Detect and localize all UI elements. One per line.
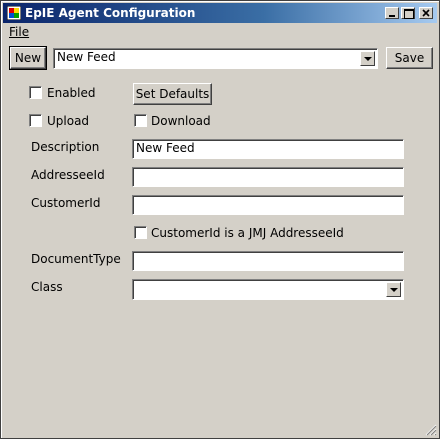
customerid-jmj-checkbox[interactable] [134, 226, 147, 239]
customerid-label: CustomerId [31, 196, 101, 210]
download-label: Download [151, 114, 211, 128]
title-bar[interactable]: EpIE Agent Configuration [3, 3, 437, 23]
enabled-checkbox[interactable] [29, 86, 42, 99]
description-label: Description [31, 140, 100, 154]
new-button[interactable]: New [9, 46, 47, 70]
main-window: EpIE Agent Configuration File New New Fe… [0, 0, 440, 439]
documenttype-field[interactable] [132, 251, 404, 271]
maximize-button[interactable] [401, 7, 415, 19]
maximize-icon [404, 9, 414, 19]
class-label: Class [31, 280, 63, 294]
enabled-label: Enabled [47, 86, 96, 100]
app-icon [6, 5, 22, 21]
save-button[interactable]: Save [386, 47, 433, 69]
chevron-down-icon[interactable] [386, 282, 401, 297]
feed-select[interactable]: New Feed [53, 48, 378, 69]
set-defaults-button[interactable]: Set Defaults [133, 83, 212, 105]
chevron-down-icon[interactable] [360, 51, 375, 66]
documenttype-label: DocumentType [31, 252, 121, 266]
addresseeid-label: AddresseeId [31, 168, 105, 182]
window-title: EpIE Agent Configuration [25, 6, 196, 20]
upload-label: Upload [47, 114, 90, 128]
menu-bar: File [3, 24, 437, 41]
description-field[interactable]: New Feed [132, 139, 404, 159]
close-icon [422, 9, 430, 17]
upload-checkbox[interactable] [29, 114, 42, 127]
resize-grip-icon[interactable] [425, 424, 437, 436]
minimize-button[interactable] [385, 7, 399, 19]
addresseeid-field[interactable] [132, 167, 404, 187]
close-button[interactable] [419, 7, 433, 19]
class-select[interactable] [132, 279, 404, 300]
minimize-icon [389, 15, 395, 17]
download-checkbox[interactable] [134, 114, 147, 127]
feed-select-value: New Feed [57, 50, 116, 64]
customerid-field[interactable] [132, 195, 404, 215]
customerid-jmj-label: CustomerId is a JMJ AddresseeId [151, 226, 344, 240]
menu-file[interactable]: File [9, 25, 29, 39]
